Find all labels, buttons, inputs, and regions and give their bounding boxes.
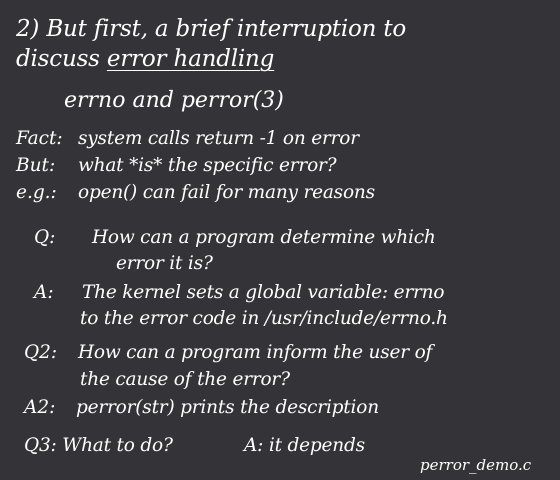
a3-text: A: it depends [244,435,365,456]
fact-text: system calls return -1 on error [78,128,359,149]
title-line-2-prefix: discuss [16,46,107,72]
title-line-2: discuss error handling [16,48,274,71]
q2-line-2: the cause of the error? [80,369,290,390]
title-line-1: 2) But first, a brief interruption to [16,16,407,42]
q1-label: Q: [34,227,56,248]
q2-label: Q2: [24,342,58,363]
fact-label: Fact: [16,128,63,149]
a2-text: perror(str) prints the description [76,397,379,418]
but-text: what *is* the specific error? [78,155,337,176]
but-label: But: [16,155,56,176]
a1-label: A: [34,282,54,303]
eg-label: e.g.: [16,182,57,203]
q3-text: Q3: What to do? [24,435,173,456]
a2-label: A2: [24,397,56,418]
title-underlined-topic: error handling [106,46,275,72]
q2-line-1: How can a program inform the user of [78,342,433,363]
subtitle: errno and perror(3) [64,88,284,113]
footer-filename: perror_demo.c [420,456,532,474]
a1-line-2: to the error code in /usr/include/errno.… [80,308,448,329]
eg-text: open() can fail for many reasons [78,182,375,203]
a1-line-1: The kernel sets a global variable: errno [82,282,445,303]
q1-line-1: How can a program determine which [92,227,436,248]
q1-line-2: error it is? [116,253,213,274]
